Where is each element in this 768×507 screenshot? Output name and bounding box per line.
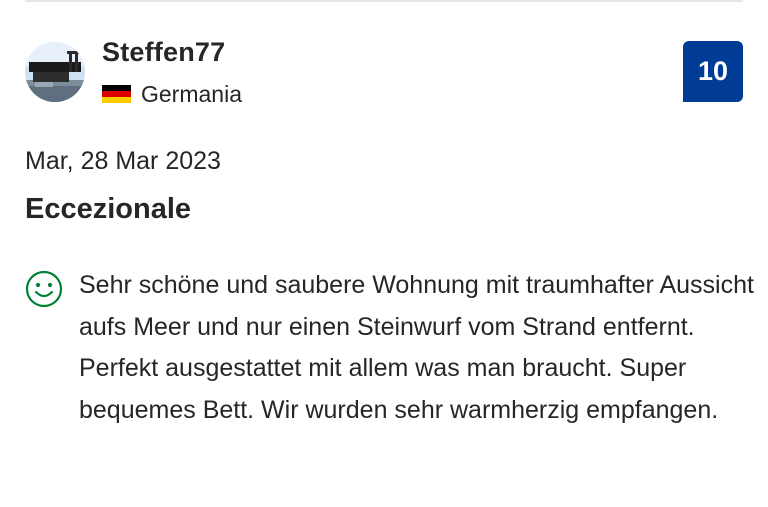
avatar[interactable]: [25, 42, 85, 102]
smile-icon: [25, 270, 63, 308]
germany-flag-icon: [102, 84, 131, 104]
avatar-photo: [25, 42, 85, 102]
score-badge: 10: [683, 41, 743, 102]
review-date: Mar, 28 Mar 2023: [25, 147, 221, 175]
divider: [25, 0, 743, 2]
country-name: Germania: [141, 80, 242, 107]
review-title: Eccezionale: [25, 193, 192, 225]
reviewer-country: Germania: [102, 80, 242, 108]
flag-band: [102, 97, 131, 104]
review-card: Steffen77 Germania 10 Mar, 28 Mar 2023 E…: [0, 0, 768, 507]
reviewer-name: Steffen77: [102, 37, 226, 67]
review-positive-text: Sehr schöne und saubere Wohnung mit trau…: [79, 271, 754, 424]
